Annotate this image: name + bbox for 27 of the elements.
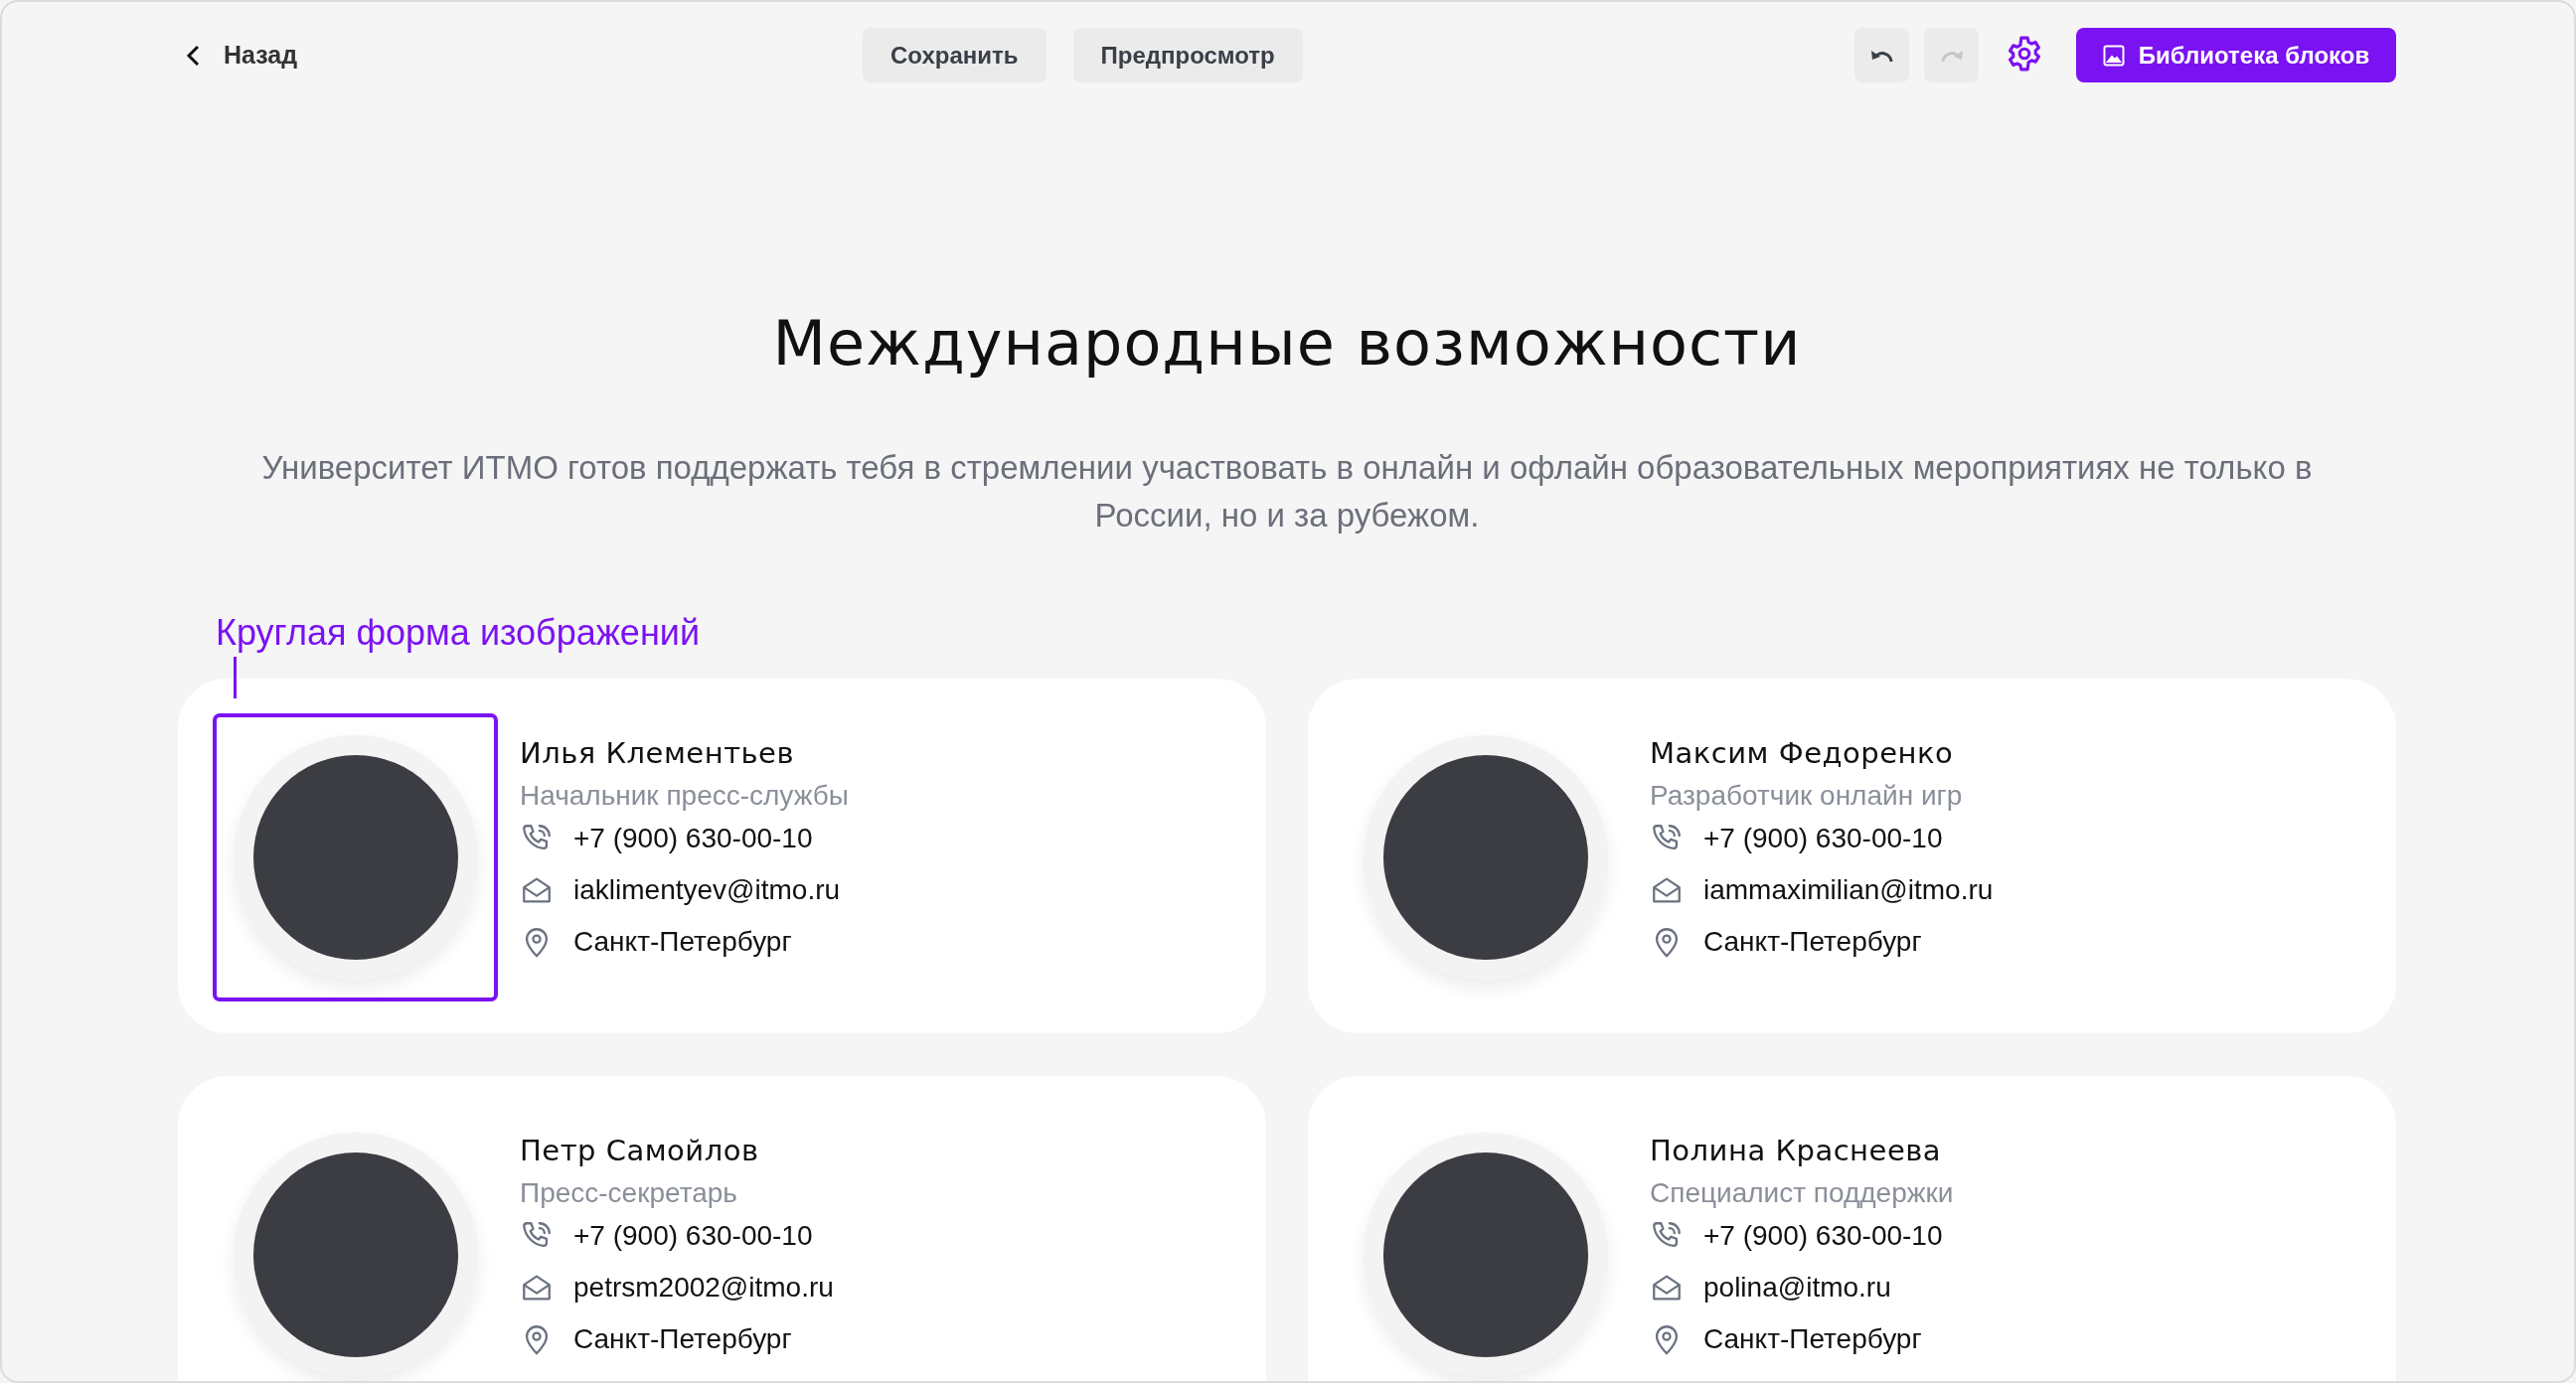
- person-name: Илья Клементьев: [520, 735, 796, 771]
- description-text: Университет ИТМО готов поддержать тебя в стремлении участвовать в онлайн и офлайн образовательных мероприятиях не только в России, но и за рубежом.: [260, 448, 2314, 536]
- person-role: Начальник пресс-службы: [520, 779, 849, 813]
- city-text: Санкт-Петербург: [1703, 1323, 1922, 1355]
- page-heading: Международные возможности: [771, 306, 1803, 382]
- phone-number: +7 (900) 630-00-10: [573, 823, 813, 854]
- person-role: Пресс-секретарь: [520, 1176, 738, 1210]
- phone-number: +7 (900) 630-00-10: [1703, 823, 1943, 854]
- block-library-button[interactable]: Библиотека блоков: [2076, 28, 2396, 82]
- person-name: Максим Федоренко: [1650, 735, 1955, 771]
- toolbar-button[interactable]: Предпросмотр: [1072, 28, 1303, 82]
- person-name: Петр Самойлов: [520, 1133, 760, 1168]
- person-role: Разработчик онлайн игр: [1650, 779, 1964, 813]
- person-name: Полина Краснеева: [1650, 1133, 1943, 1168]
- email-text: polina@itmo.ru: [1703, 1272, 1891, 1304]
- toolbar-button[interactable]: Сохранить: [863, 28, 1046, 82]
- email-text: petrsm2002@itmo.ru: [573, 1272, 834, 1304]
- phone-number: +7 (900) 630-00-10: [1703, 1220, 1943, 1252]
- back-link[interactable]: Назад: [224, 41, 298, 70]
- annotation-label: Круглая форма изображений: [216, 611, 700, 655]
- city-text: Санкт-Петербург: [573, 926, 792, 958]
- city-text: Санкт-Петербург: [573, 1323, 792, 1355]
- person-role: Специалист поддержки: [1650, 1176, 1954, 1210]
- phone-number: +7 (900) 630-00-10: [573, 1220, 813, 1252]
- email-text: iaklimentyev@itmo.ru: [573, 874, 841, 906]
- email-text: iammaximilian@itmo.ru: [1703, 874, 1994, 906]
- city-text: Санкт-Петербург: [1703, 926, 1922, 958]
